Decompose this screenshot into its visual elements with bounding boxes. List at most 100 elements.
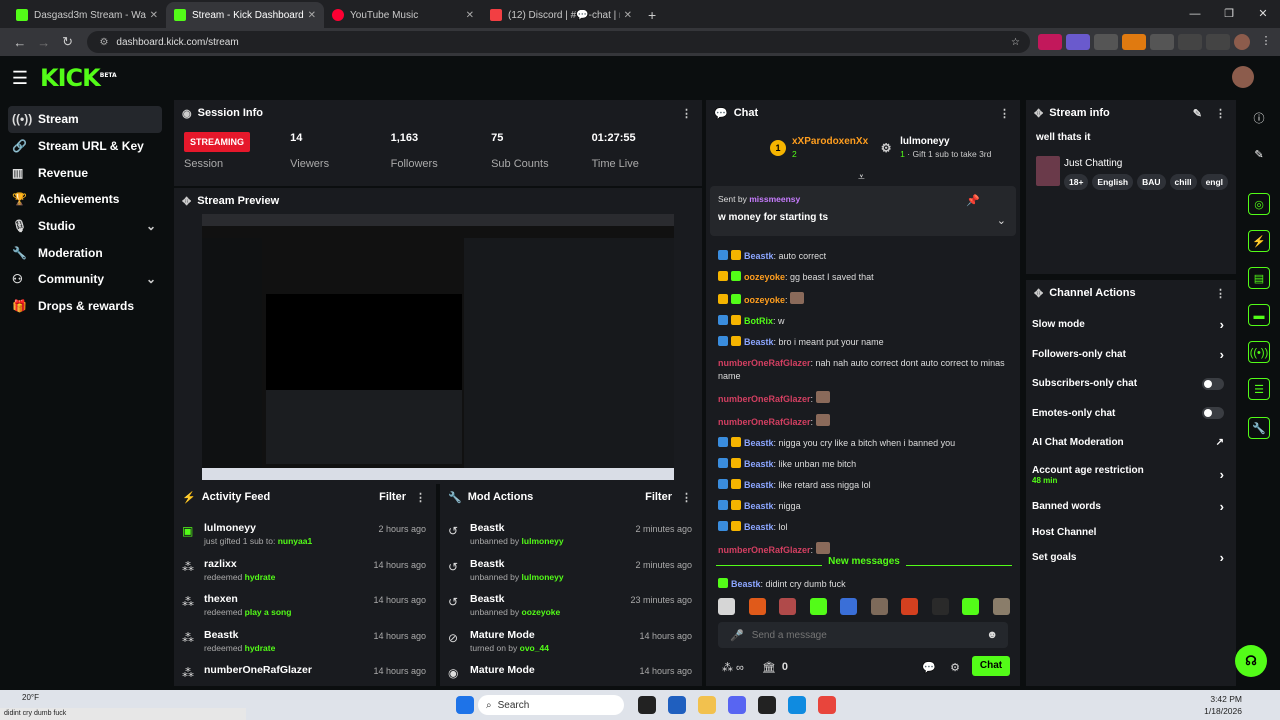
chat-bubble-icon[interactable]: ▬ [1248, 304, 1270, 326]
close-tab-icon[interactable]: ✕ [624, 10, 632, 21]
mic-icon[interactable]: 🎤 [730, 629, 744, 642]
pinned-message[interactable]: Sent by missmeensy w money for starting … [710, 186, 1016, 236]
lightning-icon[interactable]: ⚡ [1248, 230, 1270, 252]
followers-only-row[interactable]: Followers-only chat › [1026, 340, 1236, 370]
collapse-icon[interactable]: ⩡ [858, 170, 865, 185]
banned-words-row[interactable]: Banned words › [1026, 492, 1236, 522]
chat-username[interactable]: Beastk [744, 522, 774, 532]
extension-icon[interactable] [1038, 34, 1062, 50]
extension-icon[interactable] [1178, 34, 1202, 50]
emote-icon[interactable] [779, 598, 797, 615]
gifter-first[interactable]: 1 xXParodoxenXx 2 [770, 136, 868, 159]
tab-kick-stream[interactable]: Dasgasd3m Stream - Watch Liv✕ [8, 2, 166, 28]
emotes-only-toggle[interactable] [1202, 407, 1224, 420]
category-thumbnail[interactable] [1036, 156, 1060, 186]
chat-message-input[interactable] [751, 629, 987, 641]
emote-icon[interactable] [901, 598, 919, 615]
emote-icon[interactable] [809, 598, 827, 615]
tab-kick-dashboard[interactable]: Stream - Kick Dashboard ✕ [166, 2, 324, 28]
file-explorer-icon[interactable] [698, 696, 716, 714]
windows-start-icon[interactable] [456, 696, 474, 714]
chat-username[interactable]: Beastk [744, 501, 774, 511]
account-age-row[interactable]: Account age restriction 48 min › [1026, 458, 1236, 492]
new-tab-button[interactable]: + [640, 2, 664, 28]
minimize-icon[interactable]: — [1178, 0, 1212, 28]
chat-username[interactable]: Beastk [744, 337, 774, 347]
sidebar-item-drops-rewards[interactable]: 🎁 Drops & rewards [8, 293, 162, 320]
taskbar-clock[interactable]: 3:42 PM 1/18/2026 [1204, 693, 1242, 717]
chat-username[interactable]: BotRix [744, 316, 773, 326]
steam-icon[interactable] [758, 696, 776, 714]
info-icon[interactable]: ⓘ [1248, 108, 1270, 130]
site-info-icon[interactable]: ⚙ [99, 37, 108, 48]
extensions-puzzle-icon[interactable] [1150, 34, 1174, 50]
user-avatar[interactable] [1232, 66, 1254, 88]
more-options-icon[interactable]: ⋮ [1215, 107, 1226, 120]
menu-icon[interactable]: ☰ [0, 68, 40, 89]
discord-icon[interactable] [728, 696, 746, 714]
new-messages-divider[interactable]: New messages [716, 554, 1012, 567]
emote-icon[interactable] [962, 598, 980, 615]
target-icon[interactable]: ◎ [1248, 193, 1270, 215]
layout-icon[interactable]: ☰ [1248, 378, 1270, 400]
sidebar-item-stream[interactable]: ((•)) Stream [8, 106, 162, 133]
sidebar-item-revenue[interactable]: ▥ Revenue [8, 159, 162, 186]
send-chat-button[interactable]: Chat [972, 656, 1010, 676]
sidebar-item-community[interactable]: ⚇ Community ⌄ [8, 266, 162, 293]
sidebar-item-achievements[interactable]: 🏆 Achievements [8, 186, 162, 213]
taskbar-search[interactable]: ⌕ Search [478, 695, 624, 715]
store-icon[interactable] [668, 696, 686, 714]
emote-icon[interactable] [870, 598, 888, 615]
host-channel-row[interactable]: Host Channel [1026, 521, 1236, 543]
emote-icon[interactable] [748, 598, 766, 615]
document-icon[interactable]: ▤ [1248, 267, 1270, 289]
stream-preview-video[interactable] [202, 214, 674, 480]
chat-bubble-icon[interactable]: 💬 [922, 661, 936, 674]
extension-icon[interactable] [1066, 34, 1090, 50]
more-options-icon[interactable]: ⋮ [681, 107, 692, 120]
subscribers-only-toggle[interactable] [1202, 377, 1224, 390]
broadcast-icon[interactable]: ((•)) [1248, 341, 1270, 363]
close-window-icon[interactable]: ✕ [1246, 0, 1280, 28]
reload-icon[interactable]: ↻ [56, 34, 80, 50]
sidebar-item-moderation[interactable]: 🔧 Moderation [8, 239, 162, 266]
sidebar-item-studio[interactable]: 🎙 Studio ⌄ [8, 213, 162, 240]
chat-username[interactable]: Beastk [744, 438, 774, 448]
forward-icon[interactable]: → [32, 35, 56, 50]
bookmark-star-icon[interactable]: ☆ [1011, 37, 1020, 48]
chat-username[interactable]: numberOneRafGlazer [718, 417, 811, 427]
chat-username[interactable]: Beastk [744, 459, 774, 469]
weather-widget[interactable]: 20°F [22, 693, 39, 702]
sidebar-item-stream-url-key[interactable]: 🔗 Stream URL & Key [8, 133, 162, 160]
filter-button[interactable]: Filter [645, 491, 672, 503]
close-tab-icon[interactable]: ✕ [466, 10, 474, 21]
pin-icon[interactable]: 📌 [966, 194, 980, 207]
more-options-icon[interactable]: ⋮ [681, 491, 692, 504]
chat-username[interactable]: Beastk [744, 480, 774, 490]
back-icon[interactable]: ← [8, 35, 32, 50]
restore-icon[interactable]: ❐ [1212, 0, 1246, 28]
category-name[interactable]: Just Chatting [1064, 158, 1122, 169]
chrome-icon[interactable] [818, 696, 836, 714]
profile-avatar-icon[interactable] [1234, 34, 1250, 50]
media-icon[interactable] [1206, 34, 1230, 50]
chat-username[interactable]: Beastk [744, 251, 774, 261]
task-view-icon[interactable] [638, 696, 656, 714]
more-options-icon[interactable]: ⋮ [999, 107, 1010, 120]
emote-icon[interactable] [992, 598, 1010, 615]
assistant-fab-button[interactable]: ☊ [1235, 645, 1267, 677]
gift-box-icon[interactable]: 🏛 [762, 661, 776, 674]
chat-username[interactable]: numberOneRafGlazer [718, 394, 811, 404]
edge-icon[interactable] [788, 696, 806, 714]
more-options-icon[interactable]: ⋮ [415, 491, 426, 504]
chevron-down-icon[interactable]: ⌄ [997, 214, 1006, 227]
kick-logo[interactable]: KICKBETA [40, 64, 117, 92]
close-tab-icon[interactable]: ✕ [150, 10, 158, 21]
extension-icon[interactable] [1122, 34, 1146, 50]
gifter-second[interactable]: ⚙ lulmoneyy 1 · Gift 1 sub to take 3rd [878, 136, 992, 159]
emoji-icon[interactable]: ☻ [986, 629, 998, 641]
set-goals-row[interactable]: Set goals › [1026, 543, 1236, 573]
tab-youtube-music[interactable]: YouTube Music ✕ [324, 2, 482, 28]
emote-icon[interactable] [718, 598, 735, 615]
edit-pencil-icon[interactable]: ✎ [1193, 107, 1202, 120]
